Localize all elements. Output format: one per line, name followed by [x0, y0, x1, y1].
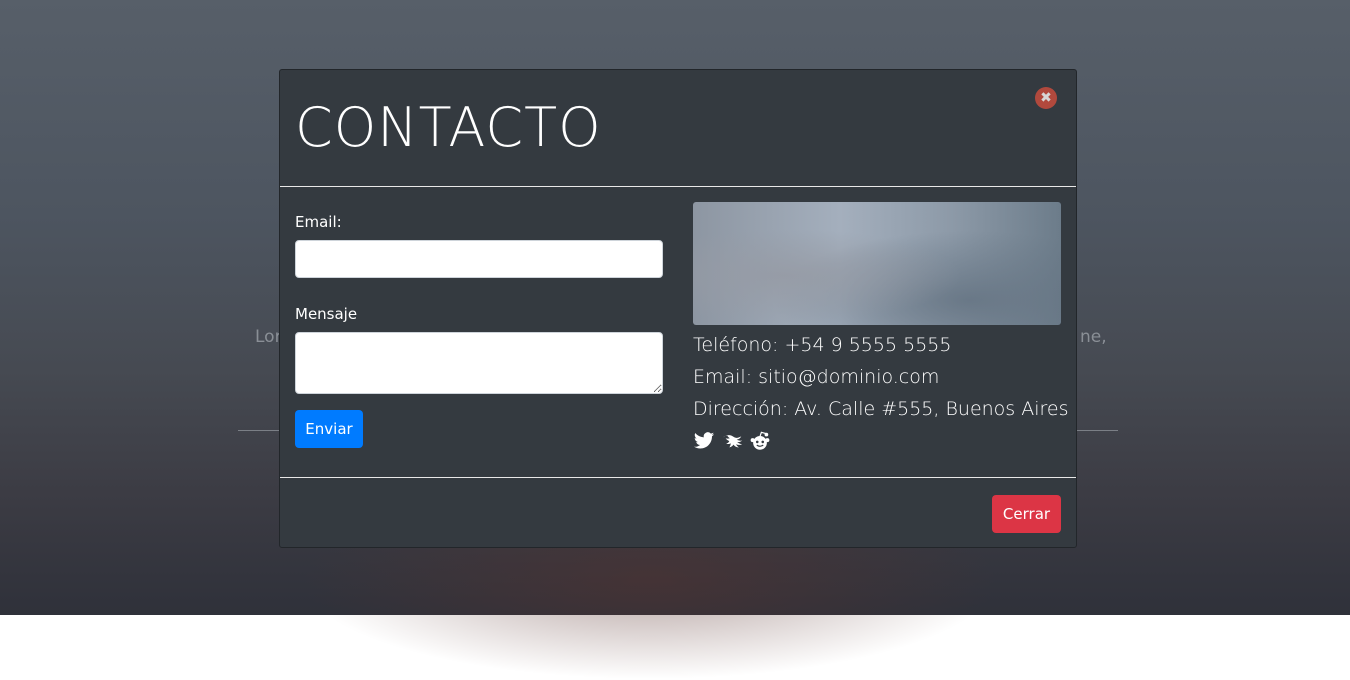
social-links	[693, 430, 771, 452]
reddit-icon[interactable]	[749, 430, 771, 452]
email-text: Email: sitio@dominio.com	[693, 366, 940, 388]
close-x-glyph: ✖	[1040, 90, 1052, 106]
phone-text: Teléfono: +54 9 5555 5555	[693, 334, 952, 356]
modal-header: CONTACTO ✖	[280, 70, 1076, 187]
contact-image	[693, 202, 1061, 325]
close-button[interactable]: Cerrar	[992, 495, 1061, 533]
modal-body: Email: Mensaje Enviar Teléfono: +54 9 55…	[280, 187, 1076, 477]
kraken-icon[interactable]	[721, 430, 743, 452]
contact-modal: CONTACTO ✖ Email: Mensaje Enviar Teléfon…	[279, 69, 1077, 548]
twitter-icon[interactable]	[693, 430, 715, 452]
background-text-right: ne,	[1080, 327, 1107, 347]
close-icon[interactable]: ✖	[1035, 87, 1057, 109]
modal-title: CONTACTO	[295, 96, 602, 159]
send-button[interactable]: Enviar	[295, 410, 363, 448]
email-field[interactable]	[295, 240, 663, 278]
message-label: Mensaje	[295, 305, 358, 323]
background-text-left: Lor	[255, 327, 282, 347]
message-textarea[interactable]	[295, 332, 663, 394]
email-label: Email:	[295, 213, 342, 231]
address-text: Dirección: Av. Calle #555, Buenos Aires	[693, 398, 1069, 420]
modal-footer: Cerrar	[280, 477, 1076, 548]
